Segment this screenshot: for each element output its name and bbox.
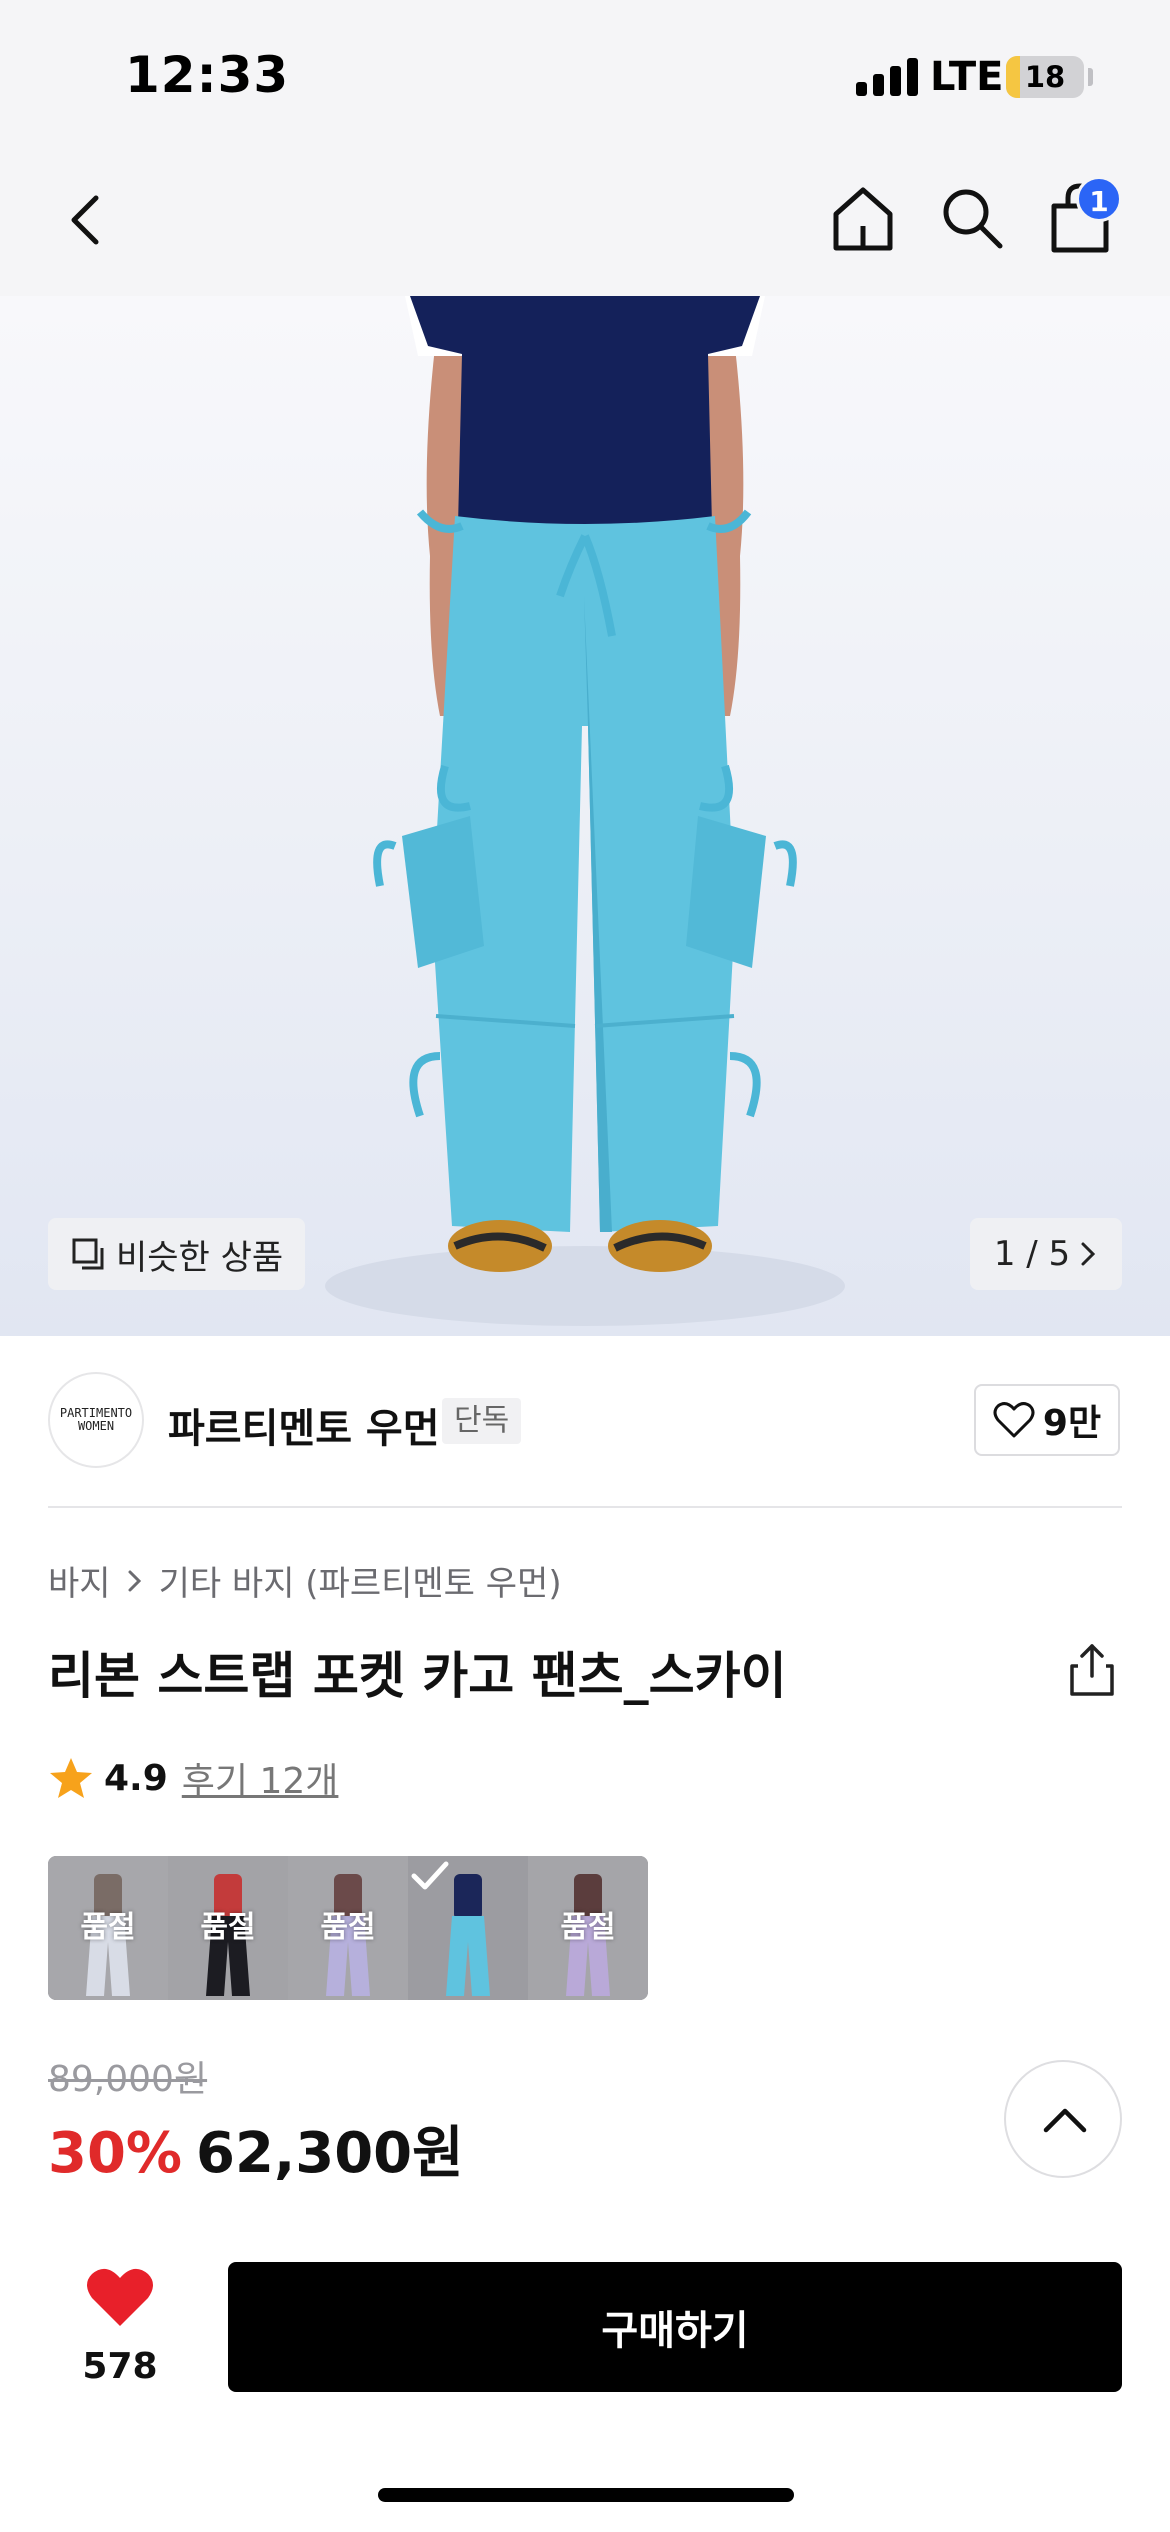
similar-items-icon xyxy=(72,1238,104,1270)
chevron-right-icon xyxy=(128,1570,141,1591)
brand-like-count: 9만 xyxy=(1042,1403,1102,1444)
brand-logo-line2: WOMEN xyxy=(77,1419,115,1433)
sold-out-label: 품절 xyxy=(80,1910,136,1945)
brand-row: PARTIMENTO WOMEN 파르티멘토 우먼 단독 9만 xyxy=(48,1372,1122,1472)
star-icon xyxy=(50,1758,92,1798)
original-price: 89,000원 xyxy=(48,2059,208,2100)
variant-thumb[interactable]: 품절 xyxy=(168,1856,288,2000)
share-icon[interactable] xyxy=(1068,1642,1116,1698)
sale-price: 62,300원 xyxy=(196,2121,464,2186)
battery-cap xyxy=(1088,68,1093,86)
nav-bar: 1 xyxy=(0,150,1170,296)
similar-items-label: 비슷한 상품 xyxy=(116,1237,284,1278)
back-icon[interactable] xyxy=(58,188,118,252)
brand-like-button[interactable]: 9만 xyxy=(974,1384,1120,1456)
sold-out-label: 품절 xyxy=(560,1910,616,1945)
divider xyxy=(48,1506,1122,1508)
image-pager[interactable]: 1 / 5 xyxy=(970,1218,1122,1290)
brand-logo[interactable]: PARTIMENTO WOMEN xyxy=(48,1372,144,1468)
status-time: 12:33 xyxy=(125,46,290,104)
price-row: 30% 62,300원 xyxy=(48,2108,464,2189)
like-button[interactable]: 578 xyxy=(60,2266,180,2396)
breadcrumb-root[interactable]: 바지 xyxy=(48,1556,111,1605)
heart-outline-icon xyxy=(993,1402,1035,1438)
sold-out-label: 품절 xyxy=(320,1910,376,1945)
variant-thumb-selected[interactable] xyxy=(408,1856,528,2000)
product-photo xyxy=(325,296,845,1326)
product-title: 리본 스트랩 포켓 카고 팬츠_스카이 xyxy=(48,1647,787,1705)
brand-name[interactable]: 파르티멘토 우먼 xyxy=(168,1396,440,1454)
battery-icon: 18 xyxy=(1006,56,1084,98)
check-icon xyxy=(411,1861,449,1890)
network-label: LTE xyxy=(930,54,1004,100)
scroll-to-top-button[interactable] xyxy=(1004,2060,1122,2178)
battery-level: 18 xyxy=(1024,60,1066,94)
like-count: 578 xyxy=(82,2346,158,2387)
home-icon[interactable] xyxy=(828,182,898,256)
sold-out-label: 품절 xyxy=(200,1910,256,1945)
color-variant-list: 품절 품절 품절 품절 xyxy=(48,1856,648,2000)
heart-filled-icon xyxy=(87,2268,153,2326)
product-image-gallery[interactable]: 비슷한 상품 1 / 5 xyxy=(0,296,1170,1336)
buy-button[interactable]: 구매하기 xyxy=(228,2262,1122,2392)
discount-rate: 30% xyxy=(48,2121,183,2186)
cart-count-badge: 1 xyxy=(1076,176,1122,222)
home-indicator xyxy=(378,2488,794,2502)
variant-thumb[interactable]: 품절 xyxy=(528,1856,648,2000)
page-indicator: 1 / 5 xyxy=(993,1234,1071,1274)
review-link[interactable]: 후기 12개 xyxy=(182,1752,339,1804)
variant-thumb[interactable]: 품절 xyxy=(48,1856,168,2000)
breadcrumb-leaf[interactable]: 기타 바지 (파르티멘토 우먼) xyxy=(159,1556,562,1605)
chevron-up-icon xyxy=(1043,2108,1087,2133)
breadcrumb: 바지 기타 바지 (파르티멘토 우먼) xyxy=(48,1556,562,1605)
status-bar: 12:33 LTE 18 xyxy=(0,0,1170,150)
bottom-action-bar: 578 구매하기 xyxy=(0,2216,1170,2532)
exclusive-badge: 단독 xyxy=(442,1398,522,1444)
signal-icon xyxy=(856,58,918,96)
rating-row: 4.9 후기 12개 xyxy=(48,1752,338,1804)
rating-value: 4.9 xyxy=(104,1757,168,1799)
variant-thumb[interactable]: 품절 xyxy=(288,1856,408,2000)
similar-items-button[interactable]: 비슷한 상품 xyxy=(48,1218,306,1290)
search-icon[interactable] xyxy=(938,184,1006,254)
chevron-right-icon xyxy=(1081,1242,1096,1266)
